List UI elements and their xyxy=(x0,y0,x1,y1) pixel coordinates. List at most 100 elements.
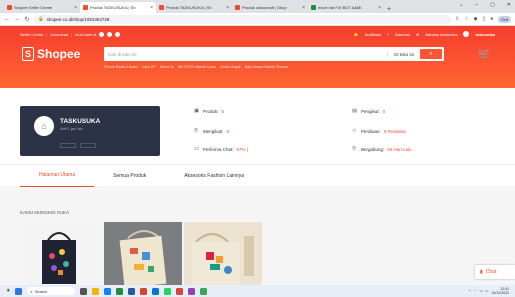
followers-icon: ▤ xyxy=(352,108,358,114)
windows-start-icon[interactable] xyxy=(15,287,23,295)
browser-tab[interactable]: Produk TASKUSUKA | Sh × xyxy=(156,2,232,13)
browser-tab[interactable]: excel rab FIX BGT AAMI × xyxy=(308,2,384,13)
stat-followers: ▤ Pengikut: 0 xyxy=(352,108,386,114)
suggestion-link[interactable]: Gratis Ongkir xyxy=(220,65,241,69)
whatsapp-icon[interactable] xyxy=(164,287,172,295)
stat-following: ⚲ Mengikuti: 0 xyxy=(194,128,230,134)
close-icon[interactable]: × xyxy=(150,5,153,11)
search-icon: ⌕ xyxy=(30,288,33,294)
facebook-icon[interactable] xyxy=(99,31,105,37)
extensions-icon[interactable]: ◆ xyxy=(474,16,478,22)
volume-icon[interactable]: ◁ xyxy=(479,289,482,293)
close-icon[interactable]: × xyxy=(302,5,305,11)
language-select[interactable]: Bahasa Indonesia xyxy=(425,32,457,37)
close-icon[interactable]: × xyxy=(74,5,77,11)
suggestion-link[interactable]: iPhone Beats 6 Bulan xyxy=(104,65,138,69)
new-tab-button[interactable]: + xyxy=(384,6,394,13)
close-icon[interactable]: × xyxy=(226,5,229,11)
chat-button[interactable] xyxy=(80,143,96,148)
toolbar-icons: ⇪ ☆ ◆ ▯ ● Exit xyxy=(455,15,511,23)
close-icon[interactable]: ✕ xyxy=(507,2,511,8)
help-icon[interactable]: ? xyxy=(387,32,389,37)
chrome-icon[interactable] xyxy=(176,287,184,295)
chevron-up-icon[interactable]: ^ xyxy=(469,289,471,293)
taskbar-search[interactable]: ⌕ Search xyxy=(27,287,76,295)
sheets-icon xyxy=(311,5,316,10)
wifi-icon[interactable]: ◠ xyxy=(473,289,476,293)
clock[interactable]: 12:01 10/12/2023 xyxy=(491,287,509,295)
chat-icon: ▮ xyxy=(480,269,483,275)
suggestion-link[interactable]: Serba 1k xyxy=(160,65,174,69)
instagram-icon[interactable] xyxy=(107,31,113,37)
reload-icon[interactable]: ↻ xyxy=(24,16,30,23)
avatar[interactable] xyxy=(463,31,470,37)
help-link[interactable]: Bantuan xyxy=(395,32,410,37)
share-icon[interactable]: ⇪ xyxy=(455,16,459,22)
powerpoint-icon[interactable] xyxy=(140,287,148,295)
window-controls: ⌄ – ▢ ✕ xyxy=(459,2,511,8)
close-icon[interactable]: × xyxy=(378,5,381,11)
minimize-icon[interactable]: – xyxy=(475,2,478,8)
main-header: S Shopee Cari di toko ini Di toko ini ⌕ … xyxy=(0,42,515,66)
excel-icon[interactable] xyxy=(116,287,124,295)
edge-icon[interactable] xyxy=(104,287,112,295)
file-explorer-icon[interactable] xyxy=(92,287,100,295)
suggestion-link[interactable]: Case HP xyxy=(142,65,156,69)
app-icon[interactable] xyxy=(200,287,208,295)
chat-label: Chat xyxy=(485,269,497,275)
word-icon[interactable] xyxy=(128,287,136,295)
weather-icon[interactable]: ☀ xyxy=(6,288,10,294)
browser-tab[interactable]: Shopee Seller Centre × xyxy=(4,2,80,13)
follow-button[interactable] xyxy=(60,143,76,148)
product-image xyxy=(104,222,182,286)
star-icon[interactable]: ☆ xyxy=(464,16,468,22)
lock-icon: 🔒 xyxy=(38,16,44,21)
profile-icon[interactable]: ● xyxy=(490,16,493,22)
forward-icon[interactable]: → xyxy=(14,16,20,22)
line-icon[interactable] xyxy=(115,31,121,37)
chat-button[interactable]: ▮ Chat xyxy=(475,265,515,279)
seller-centre-link[interactable]: Seller Centre xyxy=(20,32,43,37)
task-view-icon[interactable] xyxy=(80,287,88,295)
tab-semua-produk[interactable]: Semua Produk xyxy=(94,165,165,187)
chevron-down-icon[interactable]: ⌄ xyxy=(459,2,463,8)
search-input[interactable]: Cari di toko ini xyxy=(106,52,387,57)
shop-info: ⌂ TASKUSUKA Aktif 1 jam lalu ▣ Produk: 5 ⚲… xyxy=(0,88,515,164)
url-field[interactable]: 🔒 shopee.co.id/shop/1053484728 xyxy=(34,14,451,24)
logo-text: Shopee xyxy=(37,47,81,61)
product-card[interactable] xyxy=(20,222,98,286)
search-bar: Cari di toko ini Di toko ini ⌕ xyxy=(104,47,444,61)
battery-icon[interactable]: ▭ xyxy=(485,289,488,293)
sidebar-icon[interactable]: ▯ xyxy=(483,16,486,22)
shop-avatar[interactable]: ⌂ xyxy=(34,116,54,136)
tab-title: Produk coksocraft | Shop xyxy=(242,5,287,10)
back-icon[interactable]: ← xyxy=(4,16,10,22)
exit-button[interactable]: Exit xyxy=(498,15,511,23)
notifications-link[interactable]: Notifikasi xyxy=(365,32,381,37)
tab-title: Produk TASKUSUKA | Sh xyxy=(166,5,212,10)
shop-card: ⌂ TASKUSUKA Aktif 1 jam lalu xyxy=(20,106,160,156)
tab-aksesoris[interactable]: Aksesoris Fashion Lainnya xyxy=(165,165,263,187)
browser-tab-active[interactable]: Produk TASKUSUKA | Sh × xyxy=(80,2,156,13)
product-card[interactable] xyxy=(184,222,262,286)
store-icon[interactable] xyxy=(152,287,160,295)
suggestion-link[interactable]: Set OOTD Wanita Korea xyxy=(178,65,216,69)
app-icon[interactable] xyxy=(188,287,196,295)
search-button[interactable]: ⌕ xyxy=(420,49,442,59)
section-title: KAMU MUNGKIN SUKA xyxy=(20,210,70,215)
search-scope[interactable]: Di toko ini xyxy=(387,51,420,57)
store-icon: ⌂ xyxy=(41,121,47,131)
browser-tab[interactable]: Produk coksocraft | Shop × xyxy=(232,2,308,13)
shopee-icon xyxy=(83,5,88,10)
tab-halaman-utama[interactable]: Halaman Utama xyxy=(20,165,95,187)
star-icon: ☆ xyxy=(352,128,357,134)
product-card[interactable] xyxy=(104,222,182,286)
maximize-icon[interactable]: ▢ xyxy=(490,2,495,8)
download-link[interactable]: Download xyxy=(50,32,68,37)
suggestion-link[interactable]: Baju Atasan Wanita Terbaru xyxy=(245,65,288,69)
bell-icon[interactable]: 🔔 xyxy=(354,32,359,37)
cart-icon[interactable]: 🛒 xyxy=(478,49,490,60)
globe-icon[interactable]: ⊕ xyxy=(416,32,419,37)
shopee-logo[interactable]: S Shopee xyxy=(22,47,104,61)
username[interactable]: taskusuka xyxy=(475,32,495,37)
